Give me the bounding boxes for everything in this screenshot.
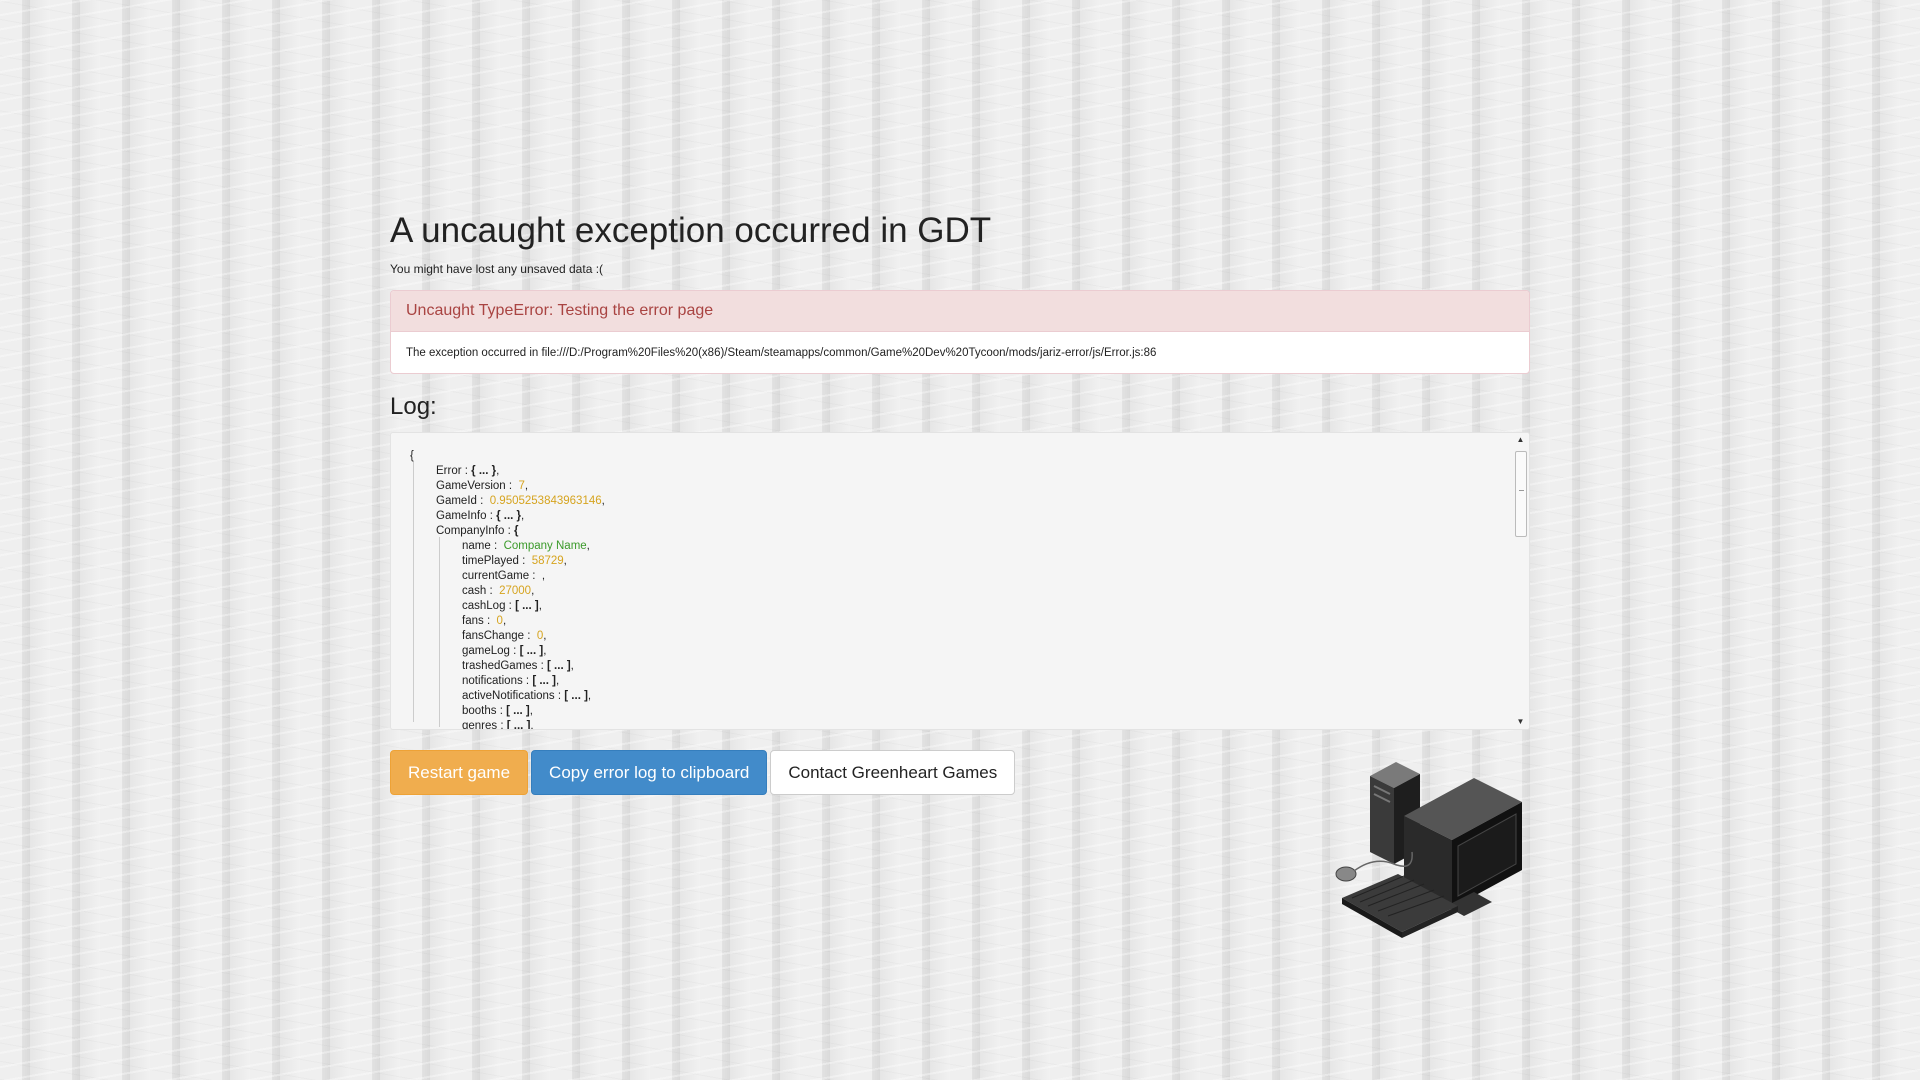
page-subtitle: You might have lost any unsaved data :( [390,262,604,276]
log-line: cash : 27000, [462,585,535,597]
log-key: GameInfo [436,510,487,522]
log-heading: Log: [390,393,437,420]
log-line: cashLog : [ ... ], [462,600,542,612]
log-line: Error : { ... }, [436,465,500,477]
error-heading: Uncaught TypeError: Testing the error pa… [391,291,1529,332]
computer-desktop-icon [1335,762,1522,938]
error-detail: The exception occurred in file:///D:/Pro… [406,347,1157,359]
scroll-up-icon[interactable]: ▲ [1512,433,1529,447]
copy-log-button[interactable]: Copy error log to clipboard [531,750,768,795]
error-panel: Uncaught TypeError: Testing the error pa… [390,290,1530,374]
tree-guide-line [439,537,440,727]
log-line: CompanyInfo : { [436,525,519,537]
log-key: GameId [436,495,477,507]
scroll-thumb[interactable] [1515,451,1527,537]
log-key: CompanyInfo [436,525,505,537]
log-value: { ... } [471,465,497,477]
log-viewer[interactable]: { Error : { ... }, GameVersion : 7, GameId… [390,432,1530,730]
log-key: booths [462,705,497,717]
log-value: 0.9505253843963146 [489,495,602,507]
error-page: A uncaught exception occurred in GDT You… [390,208,1530,795]
log-key: currentGame [462,570,530,582]
log-content: { Error : { ... }, GameVersion : 7, GameId… [391,433,1529,730]
tree-guide-line [413,462,414,722]
log-key: cashLog [462,600,506,612]
log-key: gameLog [462,645,510,657]
log-value: [ ... ] [532,675,556,687]
log-value: [ ... ] [506,705,530,717]
log-value: { [514,525,519,537]
log-open-brace: { [410,450,414,462]
log-key: GameVersion [436,480,506,492]
log-value: 27000 [499,585,532,597]
log-key: fans [462,615,484,627]
log-line: GameVersion : 7, [436,480,529,492]
log-line: GameId : 0.9505253843963146, [436,495,605,507]
restart-game-button[interactable]: Restart game [390,750,529,795]
log-line: notifications : [ ... ], [462,675,560,687]
log-line: booths : [ ... ], [462,705,533,717]
log-key: notifications [462,675,523,687]
log-line: trashedGames : [ ... ], [462,660,574,672]
log-key: genres [462,720,498,730]
log-key: Error [436,465,462,477]
log-scrollbar[interactable]: ▲ ▼ [1512,433,1529,729]
log-value: [ ... ] [547,660,571,672]
scroll-down-icon[interactable]: ▼ [1512,715,1529,729]
log-key: fansChange [462,630,525,642]
log-line: GameInfo : { ... }, [436,510,525,522]
contact-button[interactable]: Contact Greenheart Games [770,750,1016,795]
log-line: name : Company Name, [462,540,590,552]
log-line: fans : 0, [462,615,507,627]
log-key: trashedGames [462,660,538,672]
log-value: 58729 [531,555,564,567]
log-value: [ ... ] [519,645,544,657]
log-key: name [462,540,491,552]
log-value: { ... } [496,510,522,522]
log-line: genres : [ ... ], [462,720,534,730]
log-line: activeNotifications : [ ... ], [462,690,592,702]
log-value: [ ... ] [506,720,531,730]
log-line: timePlayed : 58729, [462,555,567,567]
log-key: timePlayed [462,555,519,567]
page-title: A uncaught exception occurred in GDT [390,211,992,250]
log-line: fansChange : 0, [462,630,547,642]
log-value: [ ... ] [515,600,539,612]
log-value: [ ... ] [564,690,588,702]
log-key: cash [462,585,487,597]
log-line: currentGame : , [462,570,546,582]
log-line: gameLog : [ ... ], [462,645,547,657]
log-value: Company Name [503,540,587,552]
log-key: activeNotifications [462,690,555,702]
